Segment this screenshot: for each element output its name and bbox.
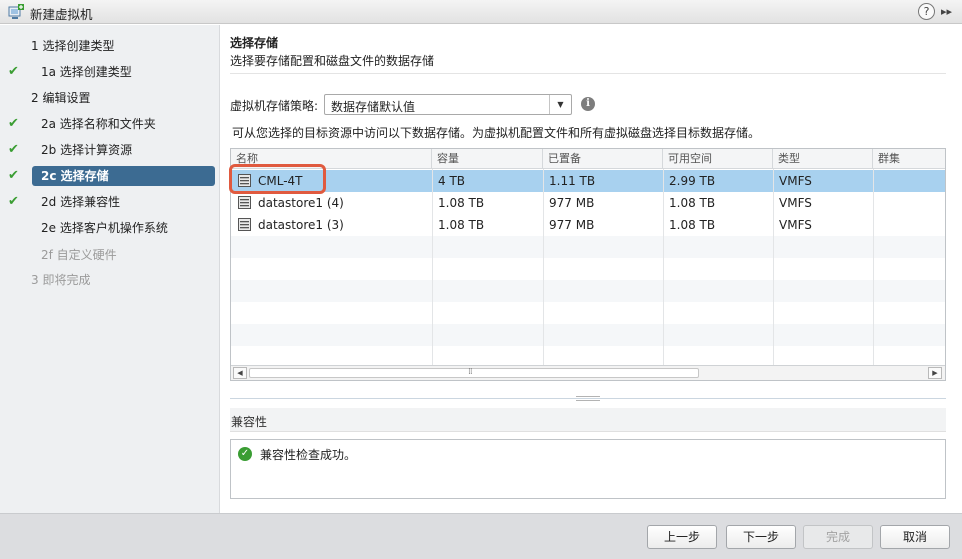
cell-name: datastore1 (3) bbox=[258, 218, 344, 232]
step-2f: 2f 自定义硬件 bbox=[0, 245, 220, 265]
title-bar: 新建虚拟机 ? ▸▸ bbox=[0, 0, 962, 24]
annotation-highlight-box bbox=[229, 164, 326, 194]
checkmark-icon: ✔ bbox=[8, 116, 19, 131]
window-title: 新建虚拟机 bbox=[30, 7, 93, 22]
step-2b[interactable]: ✔ 2b 选择计算资源 bbox=[0, 140, 220, 160]
column-divider bbox=[773, 169, 774, 365]
cell-free: 1.08 TB bbox=[669, 218, 716, 232]
page-description: 选择要存储配置和磁盘文件的数据存储 bbox=[230, 54, 435, 68]
column-header-free[interactable]: 可用空间 bbox=[663, 149, 773, 169]
table-header: 名称 容量 已置备 可用空间 类型 群集 bbox=[231, 149, 945, 169]
table-row[interactable]: datastore1 (4) 1.08 TB 977 MB 1.08 TB VM… bbox=[231, 192, 945, 214]
checkmark-icon: ✔ bbox=[8, 142, 19, 157]
help-icon[interactable]: ? bbox=[918, 3, 935, 20]
storage-panel: 选择存储 选择要存储配置和磁盘文件的数据存储 虚拟机存储策略: 数据存储默认值 … bbox=[221, 25, 962, 513]
scroll-right-icon[interactable]: ▶ bbox=[928, 367, 942, 379]
cell-type: VMFS bbox=[779, 174, 812, 188]
column-header-capacity[interactable]: 容量 bbox=[432, 149, 543, 169]
scroll-left-icon[interactable]: ◀ bbox=[233, 367, 247, 379]
empty-row bbox=[231, 324, 945, 346]
expand-icon[interactable]: ▸▸ bbox=[941, 4, 957, 20]
table-row[interactable]: datastore1 (3) 1.08 TB 977 MB 1.08 TB VM… bbox=[231, 214, 945, 236]
cell-name: datastore1 (4) bbox=[258, 196, 344, 210]
step-label: 2a 选择名称和文件夹 bbox=[41, 117, 156, 131]
cell-capacity: 1.08 TB bbox=[438, 196, 485, 210]
table-row[interactable]: CML-4T 4 TB 1.11 TB 2.99 TB VMFS bbox=[231, 170, 945, 192]
cell-provisioned: 977 MB bbox=[549, 218, 595, 232]
cell-provisioned: 1.11 TB bbox=[549, 174, 596, 188]
checkmark-icon: ✔ bbox=[8, 168, 19, 183]
cell-provisioned: 977 MB bbox=[549, 196, 595, 210]
column-divider bbox=[663, 169, 664, 365]
step-label: 2c 选择存储 bbox=[41, 169, 109, 183]
step-label: 1 选择创建类型 bbox=[31, 39, 115, 53]
back-button[interactable]: 上一步 bbox=[647, 525, 717, 549]
checkmark-icon: ✔ bbox=[8, 194, 19, 209]
step-label: 2 编辑设置 bbox=[31, 91, 91, 105]
step-label: 2d 选择兼容性 bbox=[41, 195, 121, 209]
scrollbar-thumb[interactable]: ⁞⁞ bbox=[249, 367, 699, 378]
empty-row bbox=[231, 302, 945, 324]
compatibility-message: 兼容性检查成功。 bbox=[260, 448, 357, 462]
datastore-icon bbox=[238, 218, 251, 231]
chevron-down-icon[interactable]: ▼ bbox=[549, 95, 571, 114]
cell-capacity: 4 TB bbox=[438, 174, 466, 188]
step-3: 3 即将完成 bbox=[0, 270, 220, 290]
cell-type: VMFS bbox=[779, 218, 812, 232]
column-header-cluster[interactable]: 群集 bbox=[873, 149, 945, 169]
horizontal-scrollbar[interactable]: ◀ ⁞⁞ ▶ bbox=[231, 365, 945, 380]
grip-icon: ⁞⁞ bbox=[468, 367, 473, 377]
page-title: 选择存储 bbox=[230, 36, 279, 50]
checkmark-icon: ✔ bbox=[8, 64, 19, 79]
success-check-icon: ✓ bbox=[238, 447, 252, 461]
step-2c[interactable]: ✔ 2c 选择存储 bbox=[0, 166, 220, 186]
column-header-type[interactable]: 类型 bbox=[773, 149, 873, 169]
next-button[interactable]: 下一步 bbox=[726, 525, 796, 549]
datastore-icon bbox=[238, 196, 251, 209]
wizard-footer: 上一步 下一步 完成 取消 bbox=[0, 513, 962, 559]
cell-free: 2.99 TB bbox=[669, 174, 716, 188]
cell-free: 1.08 TB bbox=[669, 196, 716, 210]
splitter-grip-icon[interactable] bbox=[576, 396, 600, 401]
step-label: 3 即将完成 bbox=[31, 273, 91, 287]
step-2e[interactable]: 2e 选择客户机操作系统 bbox=[0, 218, 220, 238]
column-divider bbox=[432, 169, 433, 365]
step-label: 2b 选择计算资源 bbox=[41, 143, 133, 157]
step-label: 2e 选择客户机操作系统 bbox=[41, 221, 168, 235]
divider bbox=[230, 73, 946, 74]
policy-label: 虚拟机存储策略: bbox=[230, 99, 319, 113]
step-label: 2f 自定义硬件 bbox=[41, 248, 117, 262]
new-vm-icon bbox=[8, 4, 24, 19]
step-1a[interactable]: ✔ 1a 选择创建类型 bbox=[0, 62, 220, 82]
compatibility-title: 兼容性 bbox=[231, 415, 268, 429]
column-header-provisioned[interactable]: 已置备 bbox=[543, 149, 663, 169]
storage-policy-select[interactable]: 数据存储默认值 ▼ bbox=[324, 94, 572, 115]
step-label: 1a 选择创建类型 bbox=[41, 65, 132, 79]
policy-value: 数据存储默认值 bbox=[331, 100, 416, 114]
column-divider bbox=[543, 169, 544, 365]
empty-row bbox=[231, 280, 945, 302]
wizard-steps: 1 选择创建类型 ✔ 1a 选择创建类型 2 编辑设置 ✔ 2a 选择名称和文件… bbox=[0, 25, 220, 513]
step-1[interactable]: 1 选择创建类型 bbox=[0, 36, 220, 56]
cell-type: VMFS bbox=[779, 196, 812, 210]
compatibility-panel: ✓ 兼容性检查成功。 bbox=[230, 439, 946, 499]
info-icon[interactable]: i bbox=[581, 97, 595, 111]
cancel-button[interactable]: 取消 bbox=[880, 525, 950, 549]
step-2d[interactable]: ✔ 2d 选择兼容性 bbox=[0, 192, 220, 212]
finish-button[interactable]: 完成 bbox=[803, 525, 873, 549]
datastore-table: 名称 容量 已置备 可用空间 类型 群集 CML-4T 4 TB 1.11 TB… bbox=[230, 148, 946, 381]
compatibility-header: 兼容性 bbox=[230, 408, 946, 432]
empty-row bbox=[231, 236, 945, 258]
step-2[interactable]: 2 编辑设置 bbox=[0, 88, 220, 108]
selected-step-highlight: 2c 选择存储 bbox=[32, 166, 215, 186]
empty-row bbox=[231, 258, 945, 280]
cell-capacity: 1.08 TB bbox=[438, 218, 485, 232]
column-divider bbox=[873, 169, 874, 365]
empty-row bbox=[231, 346, 945, 365]
step-2a[interactable]: ✔ 2a 选择名称和文件夹 bbox=[0, 114, 220, 134]
datastore-hint: 可从您选择的目标资源中访问以下数据存储。为虚拟机配置文件和所有虚拟磁盘选择目标数… bbox=[232, 126, 761, 140]
